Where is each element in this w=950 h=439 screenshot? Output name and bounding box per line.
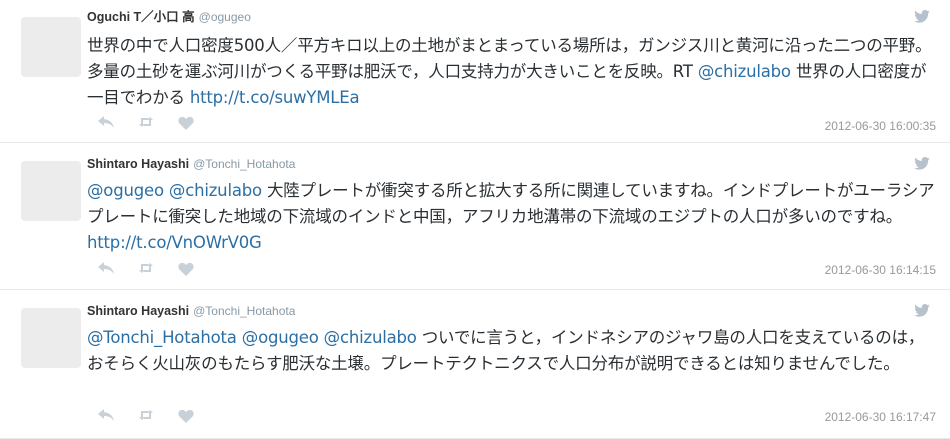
avatar[interactable]	[21, 17, 81, 77]
tweet: Shintaro Hayashi @Tonchi_Hotahota @ogugeo…	[0, 143, 950, 290]
mention-link[interactable]: @ogugeo	[242, 328, 319, 347]
mention-link[interactable]: @chizulabo	[324, 328, 417, 347]
url-link[interactable]: http://t.co/suwYMLEa	[190, 88, 360, 107]
tweet-actions	[97, 408, 195, 424]
twitter-bird-icon	[914, 304, 930, 318]
url-link[interactable]: http://t.co/VnOWrV0G	[87, 233, 262, 252]
timestamp[interactable]: 2012-06-30 16:17:47	[825, 410, 936, 424]
tweet-actions	[97, 261, 195, 277]
tweet-text: 世界の中で人口密度500人／平方キロ以上の土地がまとまっている場所は，ガンジス川…	[87, 33, 937, 111]
avatar[interactable]	[21, 308, 81, 368]
retweet-icon[interactable]	[137, 116, 155, 130]
mention-link[interactable]: @Tonchi_Hotahota	[87, 328, 237, 347]
timestamp[interactable]: 2012-06-30 16:14:15	[825, 263, 936, 277]
retweet-icon[interactable]	[137, 409, 155, 423]
tweet-header: Oguchi T／小口 高 @ogugeo	[87, 9, 251, 25]
tweet-text: @ogugeo @chizulabo 大陸プレートが衝突する所と拡大する所に関連…	[87, 178, 937, 256]
username[interactable]: @ogugeo	[199, 10, 251, 24]
mention-link[interactable]: @chizulabo	[169, 181, 262, 200]
mention-link[interactable]: @ogugeo	[87, 181, 164, 200]
tweet-header: Shintaro Hayashi @Tonchi_Hotahota	[87, 303, 295, 319]
tweet-actions	[97, 115, 195, 131]
tweet: Shintaro Hayashi @Tonchi_Hotahota @Tonchi…	[0, 290, 950, 439]
timestamp[interactable]: 2012-06-30 16:00:35	[825, 119, 936, 133]
retweet-icon[interactable]	[137, 262, 155, 276]
tweet: Oguchi T／小口 高 @ogugeo 世界の中で人口密度500人／平方キロ以…	[0, 0, 950, 143]
username[interactable]: @Tonchi_Hotahota	[193, 157, 295, 171]
tweet-header: Shintaro Hayashi @Tonchi_Hotahota	[87, 156, 295, 172]
favorite-icon[interactable]	[177, 116, 195, 130]
avatar[interactable]	[21, 161, 81, 221]
reply-icon[interactable]	[97, 116, 115, 130]
reply-icon[interactable]	[97, 262, 115, 276]
tweet-text: @Tonchi_Hotahota @ogugeo @chizulabo ついでに…	[87, 325, 937, 377]
twitter-bird-icon	[914, 10, 930, 24]
reply-icon[interactable]	[97, 409, 115, 423]
favorite-icon[interactable]	[177, 262, 195, 276]
favorite-icon[interactable]	[177, 409, 195, 423]
username[interactable]: @Tonchi_Hotahota	[193, 304, 295, 318]
twitter-bird-icon	[914, 157, 930, 171]
fullname[interactable]: Shintaro Hayashi	[87, 304, 189, 318]
mention-link[interactable]: @chizulabo	[698, 62, 791, 81]
fullname[interactable]: Shintaro Hayashi	[87, 157, 189, 171]
fullname[interactable]: Oguchi T／小口 高	[87, 10, 195, 24]
